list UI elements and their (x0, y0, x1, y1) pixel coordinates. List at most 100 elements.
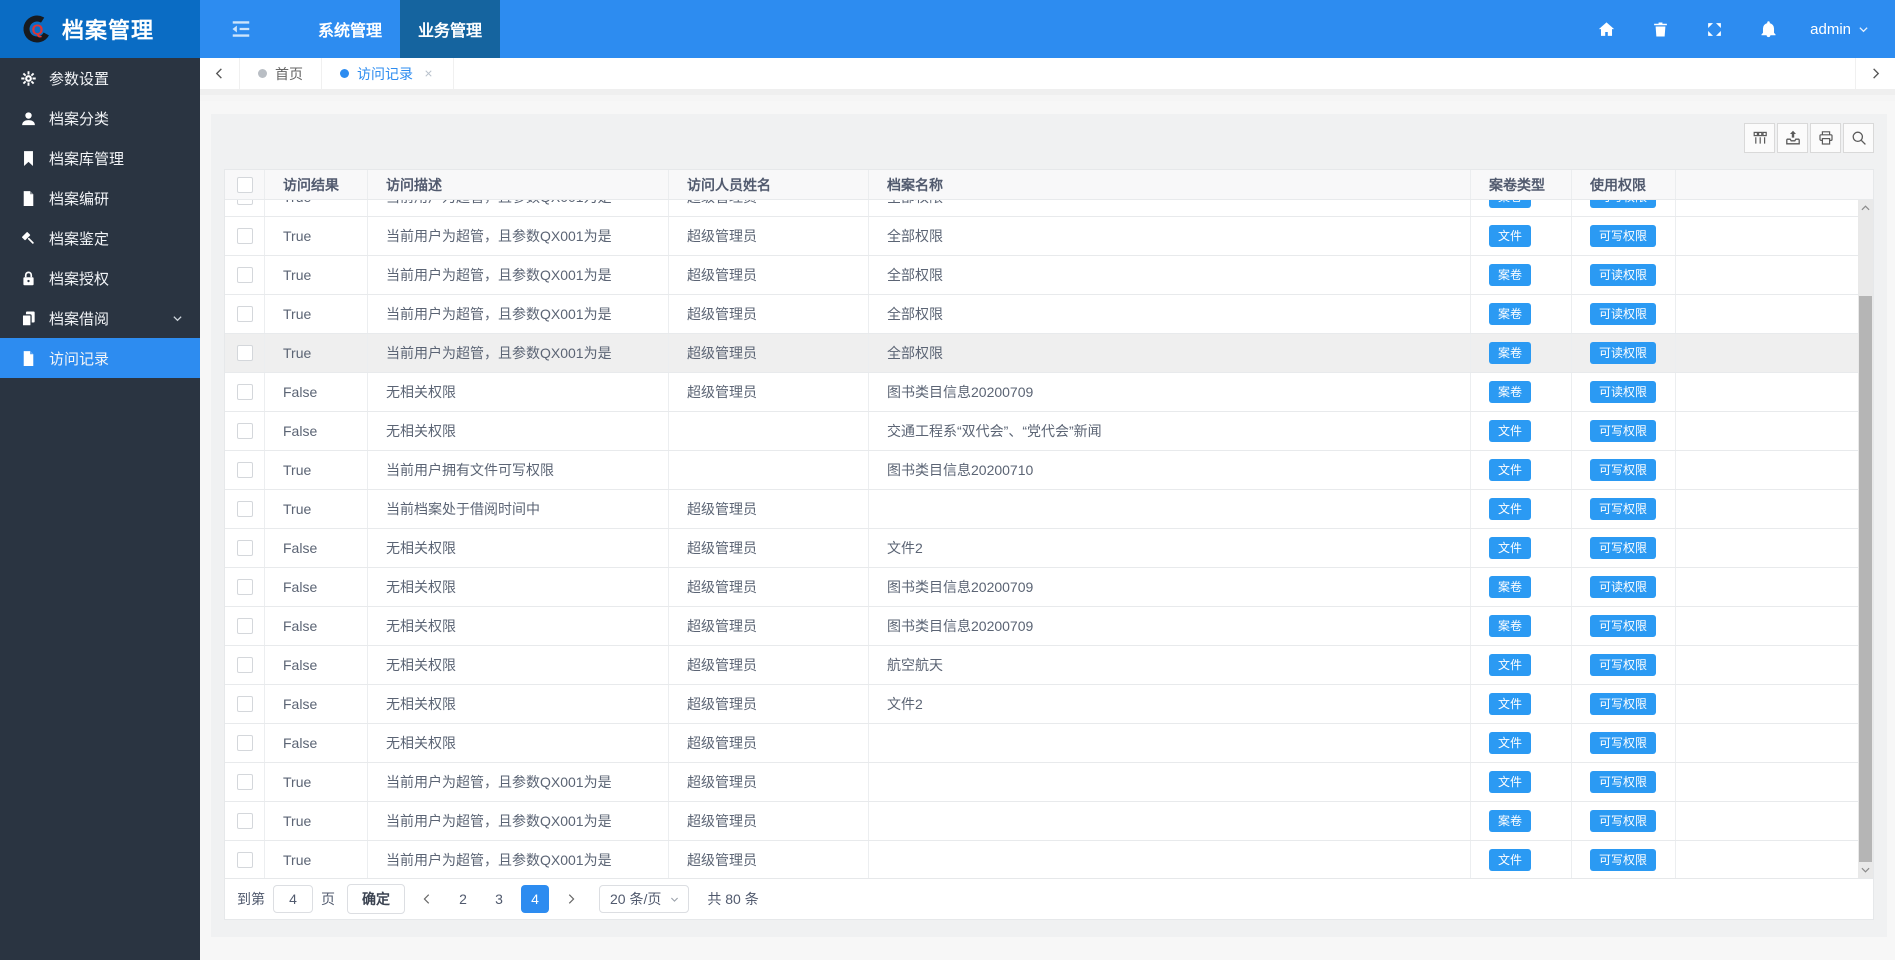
select-all-checkbox[interactable] (237, 177, 253, 193)
table-row: True当前用户为超管，且参数QX001为是超级管理员文件可写权限 (225, 763, 1873, 802)
column-header: 档案名称 (869, 170, 1471, 199)
cell-archive-name: 文件2 (869, 529, 1471, 567)
sidebar-item-label: 参数设置 (49, 68, 109, 89)
tabs-scroll-right-icon[interactable] (1855, 58, 1895, 89)
cell-access-desc: 无相关权限 (368, 412, 669, 450)
row-checkbox-cell (225, 607, 265, 645)
cell-archive-name (869, 841, 1471, 878)
home-icon[interactable] (1594, 17, 1618, 41)
sidebar-item[interactable]: 档案鉴定 (0, 218, 200, 258)
row-checkbox[interactable] (237, 579, 253, 595)
row-checkbox-cell (225, 217, 265, 255)
page-number-input[interactable] (273, 885, 313, 913)
row-checkbox[interactable] (237, 306, 253, 322)
sidebar-item[interactable]: 档案授权 (0, 258, 200, 298)
sidebar-item[interactable]: 档案分类 (0, 98, 200, 138)
row-checkbox[interactable] (237, 657, 253, 673)
cell-file-type: 文件 (1471, 763, 1572, 801)
cell-person-name (669, 412, 869, 450)
app-title: 档案管理 (62, 13, 154, 45)
page-icon (20, 350, 37, 367)
fullscreen-icon[interactable] (1702, 17, 1726, 41)
page-tab[interactable]: 首页 (240, 58, 322, 89)
cogs-icon (20, 70, 37, 87)
row-checkbox[interactable] (237, 462, 253, 478)
row-filler (1676, 334, 1873, 372)
row-checkbox[interactable] (237, 852, 253, 868)
vertical-scrollbar[interactable] (1858, 200, 1873, 878)
page-unit-label: 页 (321, 889, 335, 909)
cell-permission: 可写权限 (1572, 451, 1676, 489)
row-filler (1676, 451, 1873, 489)
row-checkbox[interactable] (237, 540, 253, 556)
table-row: True当前用户为超管，且参数QX001为是超级管理员案卷可写权限 (225, 802, 1873, 841)
export-button[interactable] (1777, 123, 1808, 153)
file-type-tag: 文件 (1489, 498, 1531, 520)
table-row: True当前用户为超管，且参数QX001为是超级管理员全部权限案卷可读权限 (225, 256, 1873, 295)
row-checkbox[interactable] (237, 618, 253, 634)
cell-file-type: 案卷 (1471, 256, 1572, 294)
sidebar-collapse-icon[interactable] (212, 0, 270, 58)
scroll-down-icon[interactable] (1858, 862, 1873, 878)
cell-permission: 可写权限 (1572, 200, 1676, 216)
row-checkbox[interactable] (237, 267, 253, 283)
columns-button[interactable] (1744, 123, 1775, 153)
cell-archive-name: 全部权限 (869, 217, 1471, 255)
cell-access-result: False (265, 373, 368, 411)
user-menu[interactable]: admin (1810, 21, 1870, 38)
row-checkbox[interactable] (237, 501, 253, 517)
top-navbar: 系统管理业务管理 admin (200, 0, 1895, 58)
file-type-tag: 文件 (1489, 420, 1531, 442)
trash-icon[interactable] (1648, 17, 1672, 41)
file-type-tag: 文件 (1489, 537, 1531, 559)
cell-archive-name (869, 763, 1471, 801)
prev-page-icon[interactable] (413, 885, 441, 913)
scrollbar-thumb[interactable] (1859, 296, 1872, 862)
close-icon[interactable] (423, 68, 435, 80)
row-checkbox-cell (225, 256, 265, 294)
nav-tab-2[interactable]: 业务管理 (400, 0, 500, 58)
row-checkbox[interactable] (237, 774, 253, 790)
cell-access-desc: 无相关权限 (368, 685, 669, 723)
sidebar-item[interactable]: 访问记录 (0, 338, 200, 378)
row-checkbox[interactable] (237, 735, 253, 751)
row-filler (1676, 763, 1873, 801)
cell-archive-name: 全部权限 (869, 334, 1471, 372)
sidebar-item[interactable]: 参数设置 (0, 58, 200, 98)
sidebar-item[interactable]: 档案借阅 (0, 298, 200, 338)
app-header: Q 档案管理 系统管理业务管理 admin (0, 0, 1895, 58)
tabs-scroll-left-icon[interactable] (200, 58, 240, 89)
table-row: False无相关权限超级管理员图书类目信息20200709案卷可写权限 (225, 607, 1873, 646)
cell-file-type: 案卷 (1471, 802, 1572, 840)
row-checkbox[interactable] (237, 813, 253, 829)
cell-person-name: 超级管理员 (669, 373, 869, 411)
cell-access-desc: 当前用户为超管，且参数QX001为是 (368, 841, 669, 878)
row-checkbox[interactable] (237, 345, 253, 361)
cell-access-desc: 无相关权限 (368, 607, 669, 645)
bell-icon[interactable] (1756, 17, 1780, 41)
cell-person-name: 超级管理员 (669, 334, 869, 372)
svg-text:Q: Q (32, 22, 44, 39)
sidebar-item[interactable]: 档案库管理 (0, 138, 200, 178)
scroll-up-icon[interactable] (1858, 200, 1873, 216)
row-checkbox[interactable] (237, 228, 253, 244)
nav-tab-1[interactable]: 系统管理 (300, 0, 400, 58)
row-checkbox[interactable] (237, 423, 253, 439)
row-checkbox[interactable] (237, 200, 253, 205)
print-button[interactable] (1810, 123, 1841, 153)
page-number-3[interactable]: 3 (485, 885, 513, 913)
page-tab[interactable]: 访问记录 (322, 58, 454, 89)
access-records-table: 访问结果访问描述访问人员姓名档案名称案卷类型使用权限 True当前用户为超管，且… (224, 169, 1874, 879)
zoom-button[interactable] (1843, 123, 1874, 153)
confirm-page-button[interactable]: 确定 (347, 884, 405, 914)
page-size-select[interactable]: 20 条/页 (599, 885, 689, 913)
table-row: False无相关权限超级管理员文件可写权限 (225, 724, 1873, 763)
cell-file-type: 文件 (1471, 217, 1572, 255)
row-checkbox[interactable] (237, 696, 253, 712)
page-number-4[interactable]: 4 (521, 885, 549, 913)
row-checkbox[interactable] (237, 384, 253, 400)
sidebar-item[interactable]: 档案编研 (0, 178, 200, 218)
page-number-2[interactable]: 2 (449, 885, 477, 913)
next-page-icon[interactable] (557, 885, 585, 913)
row-checkbox-cell (225, 490, 265, 528)
